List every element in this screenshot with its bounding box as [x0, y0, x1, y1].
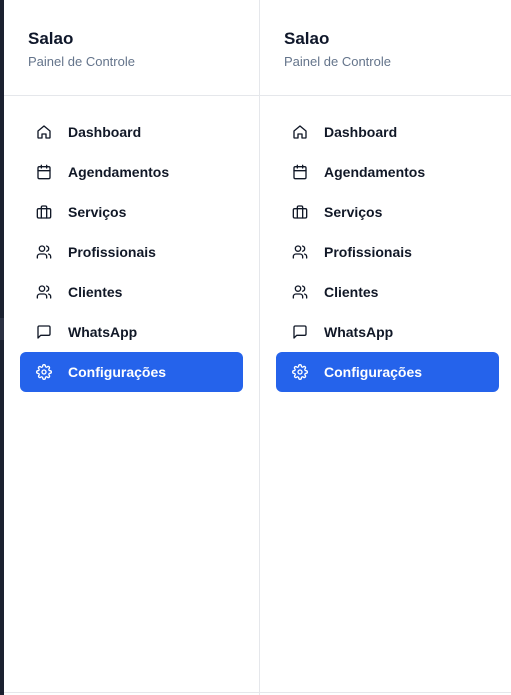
sidebar-item-label: Configurações: [324, 364, 423, 380]
sidebar-item-servicos[interactable]: Serviços: [20, 192, 243, 232]
calendar-icon: [292, 164, 308, 180]
sidebar-item-agendamentos[interactable]: Agendamentos: [20, 152, 243, 192]
sidebar-item-servicos[interactable]: Serviços: [276, 192, 499, 232]
sidebar-item-agendamentos[interactable]: Agendamentos: [276, 152, 499, 192]
sidebar: Salao Painel de Controle Dashboard Agend…: [4, 0, 260, 695]
message-square-icon: [292, 324, 308, 340]
sidebar-item-clientes[interactable]: Clientes: [276, 272, 499, 312]
calendar-icon: [36, 164, 52, 180]
brand-title: Salao: [284, 29, 330, 48]
sidebar-nav: Dashboard Agendamentos Serviços Profissi…: [4, 96, 259, 392]
home-icon: [36, 124, 52, 140]
sidebar-item-label: Dashboard: [324, 124, 398, 140]
briefcase-icon: [292, 204, 308, 220]
sidebar-item-configuracoes[interactable]: Configurações: [20, 352, 243, 392]
sidebar-item-label: Agendamentos: [324, 164, 426, 180]
sidebar-item-whatsapp[interactable]: WhatsApp: [276, 312, 499, 352]
sidebar-item-profissionais[interactable]: Profissionais: [276, 232, 499, 272]
sidebar-item-label: Serviços: [68, 204, 127, 220]
sidebar-item-dashboard[interactable]: Dashboard: [276, 112, 499, 152]
sidebar-item-label: Agendamentos: [68, 164, 170, 180]
sidebar-item-label: Configurações: [68, 364, 167, 380]
sidebar-item-label: Profissionais: [324, 244, 412, 260]
sidebar-nav: Dashboard Agendamentos Serviços Profissi…: [260, 96, 511, 392]
sidebar-item-whatsapp[interactable]: WhatsApp: [20, 312, 243, 352]
sidebar-item-label: Profissionais: [68, 244, 156, 260]
sidebar-item-label: WhatsApp: [324, 324, 394, 340]
users-icon: [292, 284, 308, 300]
sidebar-item-label: Serviços: [324, 204, 383, 220]
divider: [4, 692, 259, 693]
sidebar-item-label: Clientes: [324, 284, 379, 300]
sidebar-item-configuracoes[interactable]: Configurações: [276, 352, 499, 392]
sidebar-item-dashboard[interactable]: Dashboard: [20, 112, 243, 152]
sidebar-item-clientes[interactable]: Clientes: [20, 272, 243, 312]
brand-subtitle: Painel de Controle: [28, 54, 135, 69]
sidebar-item-label: Clientes: [68, 284, 123, 300]
sidebar-item-profissionais[interactable]: Profissionais: [20, 232, 243, 272]
sidebar-duplicate: Salao Painel de Controle Dashboard Agend…: [260, 0, 511, 695]
brand-subtitle: Painel de Controle: [284, 54, 391, 69]
users-icon: [36, 244, 52, 260]
brand-title: Salao: [28, 29, 74, 48]
gear-icon: [292, 364, 308, 380]
gear-icon: [36, 364, 52, 380]
message-square-icon: [36, 324, 52, 340]
divider: [260, 692, 511, 693]
home-icon: [292, 124, 308, 140]
sidebar-item-label: WhatsApp: [68, 324, 138, 340]
users-icon: [36, 284, 52, 300]
briefcase-icon: [36, 204, 52, 220]
sidebar-item-label: Dashboard: [68, 124, 142, 140]
sidebar-header: Salao Painel de Controle: [4, 0, 259, 96]
sidebar-header: Salao Painel de Controle: [260, 0, 511, 96]
users-icon: [292, 244, 308, 260]
